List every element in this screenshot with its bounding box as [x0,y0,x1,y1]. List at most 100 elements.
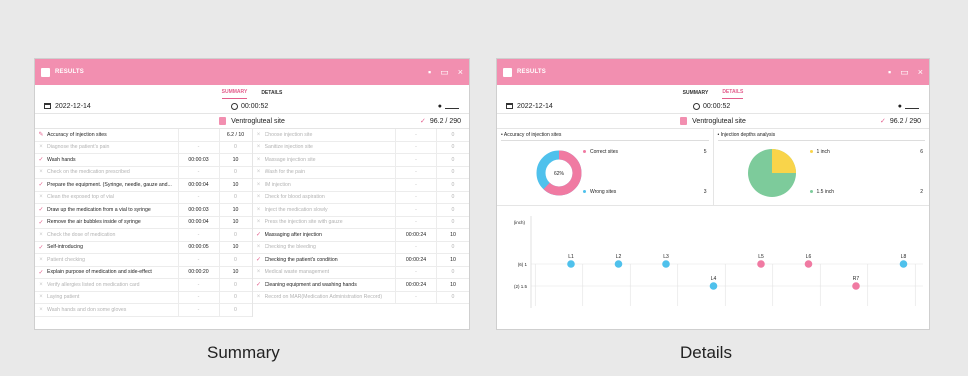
check-icon: ✓ [38,219,44,226]
task-score: 10 [218,266,252,278]
task-score: 0 [436,241,469,253]
accuracy-chart-box: • Accuracy of injection sites 62% Correc… [497,129,713,205]
task-score: 0 [436,204,469,216]
task-name: Checking the bleeding [264,244,316,251]
cross-icon: × [39,144,43,151]
task-time: - [177,254,219,266]
task-score: 0 [218,254,252,266]
row-label: (2) 1.5 [514,284,528,289]
cross-icon: × [256,169,261,176]
depth-plot-area: (inch) (6) 1 (2) 1.5 L1 L2 L3 L4 L5 L6 R7 L8 [497,206,929,318]
checklist-row: ✓ Remove the air bubbles inside of syring… [35,216,252,229]
check-icon: ✓ [38,182,44,189]
checklist-row: × Record on MAR(Medication Administration… [252,291,469,304]
task-time: - [177,166,219,178]
date-display: 2022-12-14 [44,103,91,110]
tab-bar: SUMMARY DETAILS [497,85,929,99]
legend-dot [809,150,813,154]
task-name: Wash hands and don some gloves [47,306,127,313]
task-name: Prepare the equipment. (Syringe, needle,… [47,181,172,188]
task-score: 10 [436,254,469,266]
cross-icon: × [256,131,261,138]
date-display: 2022-12-14 [506,103,553,110]
task-score: 10 [218,204,252,216]
task-name: Press the injection site with gauze [264,219,343,226]
cross-icon: × [256,156,261,163]
depth-chart-box: • Injection depths analysis 1 inch 6 1.5… [712,129,930,205]
user-icon: ● [437,102,442,110]
task-score: 0 [436,166,469,178]
task-time: 00:00:05 [177,241,219,253]
task-score: 0 [218,291,252,303]
checklist-row: ✓ Massaging after injection 00:00:24 10 [252,229,469,242]
date-value: 2022-12-14 [55,102,91,110]
legend-1-inch-value: 6 [920,149,923,155]
task-score: 0 [218,229,252,241]
task-time: - [395,204,436,216]
depth-point-label: L2 [616,254,622,260]
task-name: Checking the patient's condition [264,256,338,263]
depth-point-label: L6 [806,254,812,260]
task-score: 10 [218,179,252,191]
task-time: - [395,191,436,203]
time-display: 00:00:52 [693,102,730,110]
close-icon[interactable]: × [918,67,923,77]
checklist-row: ✓ Prepare the equipment. (Syringe, needle… [35,179,252,192]
tab-summary[interactable]: SUMMARY [221,89,248,99]
legend-1-5-inch: 1.5 inch [809,189,834,195]
window-title: RESULTS [55,69,84,75]
task-name: Medical waste management [264,269,330,276]
task-time: 00:00:04 [177,216,219,228]
tab-details[interactable]: DETAILS [261,90,282,99]
legend-dot [809,190,813,194]
task-time: - [177,279,219,291]
task-time: 00:00:03 [177,204,219,216]
results-app-icon [503,67,512,77]
task-name: Sanitize injection site [264,144,313,151]
task-name: IM injection [264,181,291,188]
clock-icon [231,102,238,110]
folder-icon[interactable]: ▭ [900,67,909,77]
tab-details[interactable]: DETAILS [722,89,744,99]
depth-point-r7 [852,282,860,290]
task-score: 0 [436,191,469,203]
task-time: 00:00:04 [177,179,219,191]
task-name: Check for blood aspiration [264,194,325,201]
cross-icon: × [256,194,261,201]
check-icon: ✓ [879,118,886,125]
tab-summary[interactable]: SUMMARY [683,90,709,99]
depth-point-label: L8 [901,254,907,260]
total-score: ✓ 96.2 / 290 [420,117,461,125]
checklist-row: × Check on the medication prescribed -0 [35,166,252,179]
task-time: - [177,304,219,316]
details-caption: Details [680,343,732,362]
task-score: 0 [436,129,469,141]
task-name: Wash for the pain [264,169,305,176]
save-icon[interactable]: ▪ [888,67,891,77]
task-name: Check the dose of medication [47,231,116,238]
depth-position-plot: (inch) (6) 1 (2) 1.5 L1 L2 L3 L4 L5 L6 R7 L8 [514,216,923,308]
checklist-row: × Wash for the pain -0 [252,166,469,179]
checklist-row: × Sanitize injection site -0 [252,141,469,154]
task-score: 0 [436,266,469,278]
close-icon[interactable]: × [458,67,463,77]
check-icon: ✓ [255,232,262,239]
task-time: 00:00:24 [395,279,436,291]
check-icon: ✓ [38,269,44,276]
task-score: 0 [436,216,469,228]
task-name: Massaging after injection [264,231,322,238]
legend-correct-value: 5 [703,149,707,155]
task-score: 0 [436,291,469,303]
legend-correct: Correct sites [583,149,618,155]
checklist-row: ✓ Checking the patient's condition 00:00:2… [252,254,469,267]
folder-icon[interactable]: ▭ [440,67,449,77]
clock-icon [693,102,700,110]
legend-label: 1 inch [816,149,830,155]
depth-point-label: L1 [568,254,574,260]
task-score: 10 [436,229,469,241]
results-app-icon [41,67,50,77]
checklist-row: ✓ Self-introducing 00:00:05 10 [35,241,252,254]
site-icon [680,117,688,125]
save-icon[interactable]: ▪ [428,67,431,77]
site-header: Ventrogluteal site ✓ 96.2 / 290 [497,114,929,129]
